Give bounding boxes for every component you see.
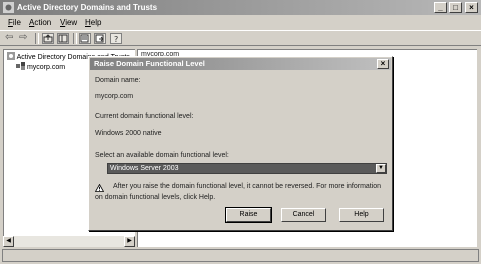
menu-view-label: iew [65,18,78,27]
raise-domain-dialog: Raise Domain Functional Level × Domain n… [88,56,393,231]
cancel-button[interactable]: Cancel [281,208,326,222]
close-button[interactable]: × [465,2,478,13]
svg-text:?: ? [114,35,118,43]
menu-bar: File Action View Help [0,16,481,30]
toolbar-separator [35,33,39,44]
menu-file-label: ile [12,18,21,27]
domain-icon [16,62,25,70]
up-one-level-icon[interactable] [42,33,54,44]
toolbar-separator [73,33,77,44]
status-bar [2,249,479,262]
app-icon [3,2,14,13]
properties-icon[interactable] [79,33,91,44]
menu-action[interactable]: Action [29,18,51,27]
tree-item-label: mycorp.com [26,64,66,71]
warning-text-line1: After you raise the domain functional le… [113,183,382,190]
domain-name-value: mycorp.com [95,93,134,100]
chevron-down-icon[interactable]: ▼ [376,164,386,173]
current-level-label: Current domain functional level: [95,113,194,120]
forward-icon[interactable]: ⇨ [19,32,27,43]
select-level-prompt: Select an available domain functional le… [95,152,229,159]
help-button-label: Help [354,211,369,218]
domains-trusts-icon [7,52,15,60]
dialog-title: Raise Domain Functional Level [94,59,205,68]
functional-level-select[interactable]: Windows Server 2003 ▼ [107,163,387,174]
cancel-button-label: Cancel [292,211,315,218]
export-list-icon[interactable] [94,33,106,44]
window-title: Active Directory Domains and Trusts [17,3,158,12]
scroll-left-icon[interactable]: ◀ [3,236,14,247]
window-title-bar[interactable]: Active Directory Domains and Trusts _ □ … [0,0,481,15]
menu-file[interactable]: File [8,18,21,27]
warning-text-line2: on domain functional levels, click Help. [95,194,216,201]
back-icon[interactable]: ⇦ [5,32,13,43]
minimize-button[interactable]: _ [434,2,447,13]
menu-help-label: elp [90,18,102,27]
tree-item-mycorp[interactable]: mycorp.com [16,62,65,71]
functional-level-value: Windows Server 2003 [110,165,179,172]
help-icon[interactable]: ? [110,33,122,44]
domain-name-label: Domain name: [95,77,141,84]
help-button[interactable]: Help [339,208,384,222]
menu-help[interactable]: Help [85,18,101,27]
show-hide-tree-icon[interactable] [57,33,69,44]
dialog-title-bar[interactable]: Raise Domain Functional Level × [90,58,391,70]
current-level-value: Windows 2000 native [95,130,162,137]
scroll-right-icon[interactable]: ▶ [124,236,135,247]
dialog-close-button[interactable]: × [377,59,389,69]
maximize-button[interactable]: □ [449,2,462,13]
menu-view[interactable]: View [60,18,77,27]
warning-icon [95,184,104,192]
menu-action-label: ction [34,18,52,27]
toolbar: ⇦ ⇨ ? [0,30,481,46]
tree-horizontal-scrollbar[interactable]: ◀ ▶ [3,236,135,247]
raise-button[interactable]: Raise [225,207,272,223]
raise-button-label: Raise [239,211,258,218]
